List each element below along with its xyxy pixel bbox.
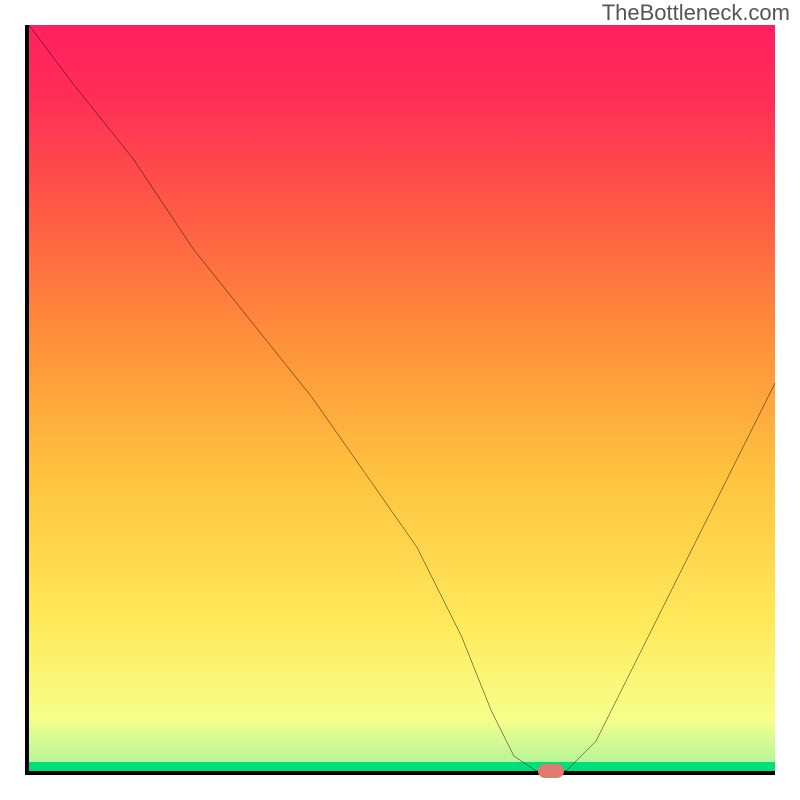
plot-area <box>25 25 775 775</box>
watermark-text: TheBottleneck.com <box>602 0 790 26</box>
curve-path <box>29 25 775 771</box>
optimal-marker <box>538 764 564 778</box>
bottleneck-curve <box>29 25 775 771</box>
chart-container: TheBottleneck.com <box>0 0 800 800</box>
